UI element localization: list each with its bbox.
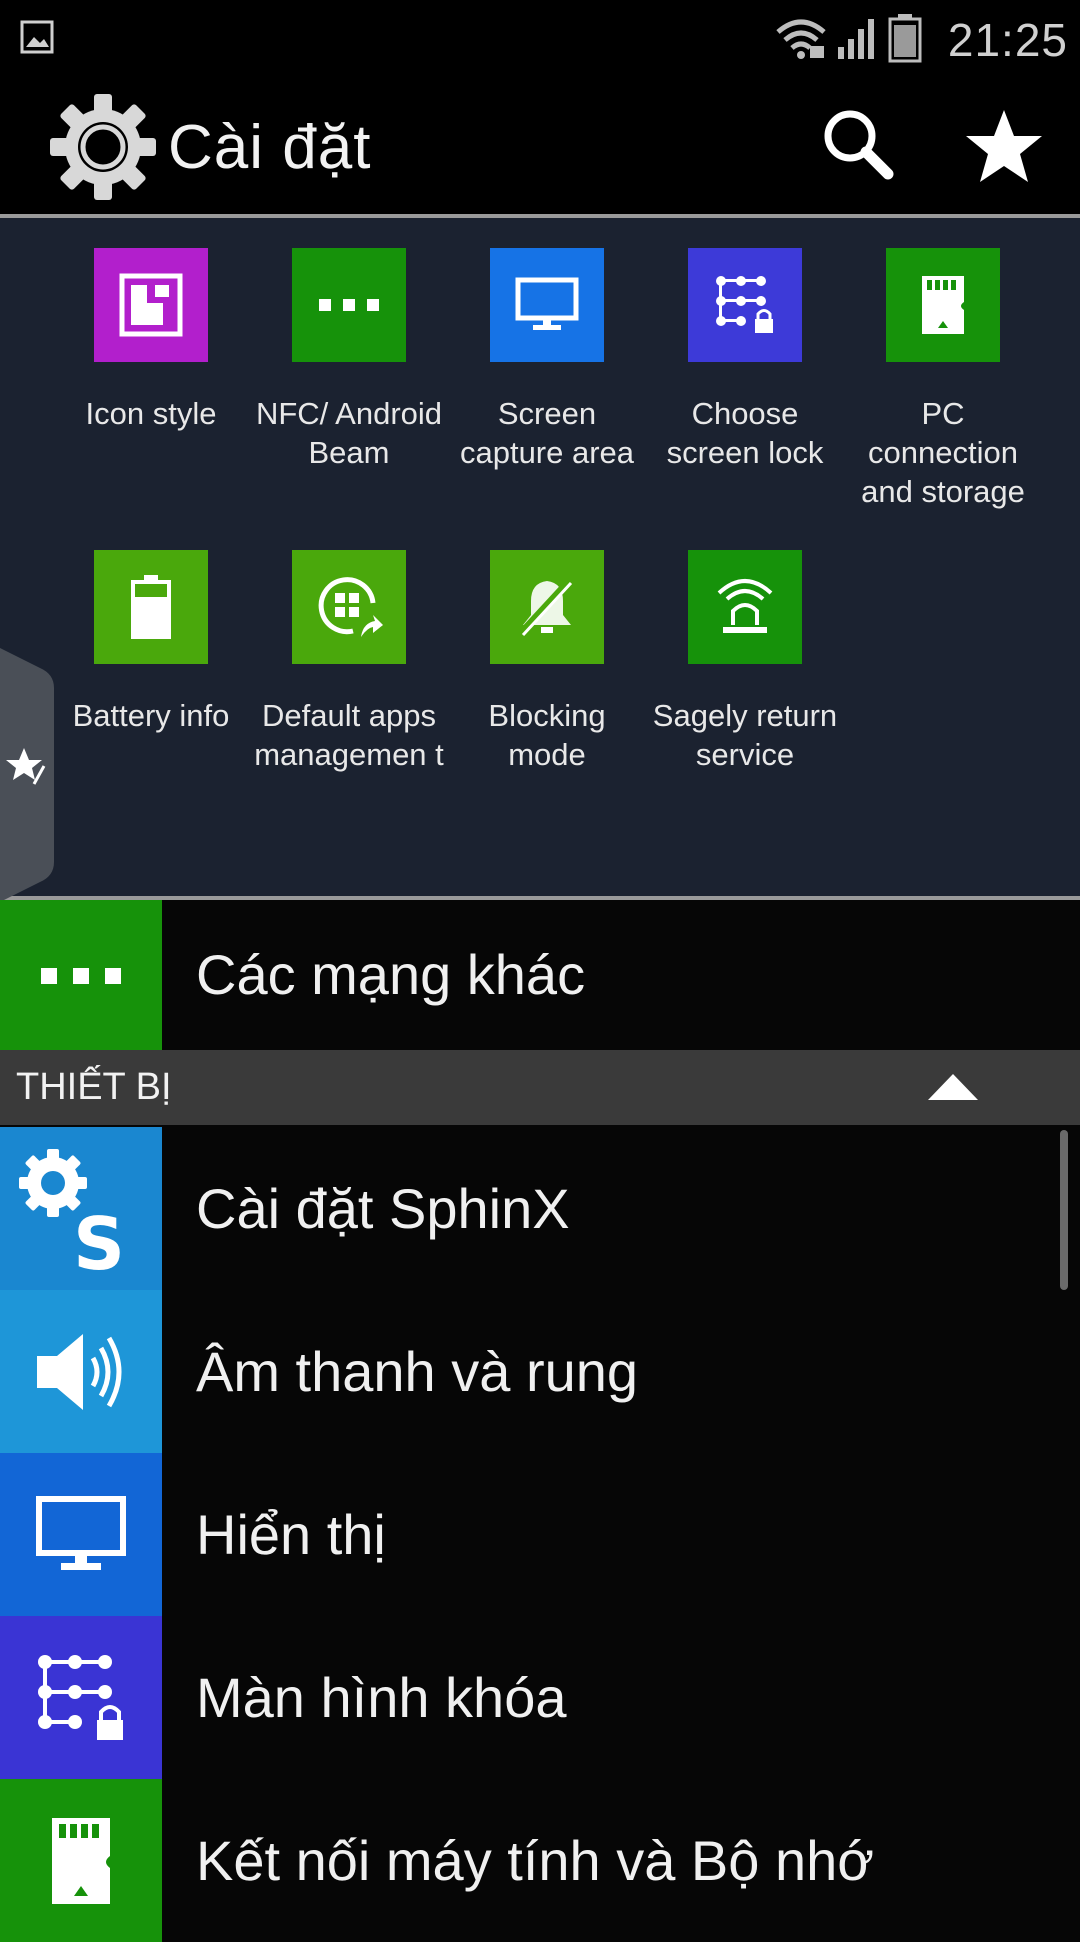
tile-pc-connection-and-storage[interactable]: PC connection and storage: [844, 248, 1042, 511]
battery-info-icon: [94, 550, 208, 664]
favorites-edit-tab[interactable]: [0, 648, 56, 902]
bell-mute-icon: [490, 550, 604, 664]
search-icon[interactable]: [818, 106, 898, 191]
status-bar: 21:25: [0, 0, 1080, 80]
list-item-other-networks[interactable]: Các mạng khác: [0, 900, 1080, 1050]
section-header-device[interactable]: THIẾT BỊ: [0, 1050, 1080, 1125]
more-dots-icon: [292, 248, 406, 362]
tile-choose-screen-lock[interactable]: Choose screen lock: [646, 248, 844, 472]
scrollbar[interactable]: [1060, 1130, 1068, 1290]
storage-sd-card-icon: [0, 1779, 162, 1942]
action-bar: Cài đặt: [0, 80, 1080, 218]
monitor-icon: [490, 248, 604, 362]
settings-gear-icon: [48, 92, 158, 207]
list-item-sound-and-vibration[interactable]: Âm thanh và rung: [0, 1290, 1080, 1455]
sd-card-icon: [886, 248, 1000, 362]
list-item-lock-screen[interactable]: Màn hình khóa: [0, 1616, 1080, 1781]
wifi-icon: [774, 16, 828, 65]
list-item-display[interactable]: Hiển thị: [0, 1453, 1080, 1618]
siren-icon: [688, 550, 802, 664]
battery-icon: [888, 13, 922, 68]
tile-default-apps-management[interactable]: Default apps managemen t: [250, 550, 448, 774]
icon-style-icon: [94, 248, 208, 362]
default-apps-icon: [292, 550, 406, 664]
collapse-arrow-icon[interactable]: [926, 1072, 980, 1107]
speaker-icon: [0, 1290, 162, 1453]
tile-sagely-return-service[interactable]: Sagely return service: [646, 550, 844, 774]
lock-screen-pattern-icon: [0, 1616, 162, 1779]
display-monitor-icon: [0, 1453, 162, 1616]
list-item-pc-connection-and-storage[interactable]: Kết nối máy tính và Bộ nhớ: [0, 1779, 1080, 1942]
tile-blocking-mode[interactable]: Blocking mode: [448, 550, 646, 774]
status-time: 21:25: [947, 14, 1068, 66]
quick-settings-panel: Icon style NFC/ Android Beam Screen capt…: [0, 218, 1080, 902]
tile-battery-info[interactable]: Battery info: [52, 550, 250, 735]
signal-icon: [836, 15, 880, 66]
pattern-lock-icon: [688, 248, 802, 362]
favorite-star-icon[interactable]: [962, 106, 1046, 191]
tile-icon-style[interactable]: Icon style: [52, 248, 250, 433]
more-networks-icon: [0, 900, 162, 1050]
svg-text:S: S: [73, 1202, 125, 1279]
tile-nfc-android-beam[interactable]: NFC/ Android Beam: [250, 248, 448, 472]
tile-screen-capture-area[interactable]: Screen capture area: [448, 248, 646, 472]
sphinx-settings-icon: S: [0, 1127, 162, 1290]
gallery-notification-icon: [20, 20, 54, 59]
page-title: Cài đặt: [168, 113, 372, 182]
list-item-sphinx-settings[interactable]: S Cài đặt SphinX: [0, 1127, 1080, 1292]
